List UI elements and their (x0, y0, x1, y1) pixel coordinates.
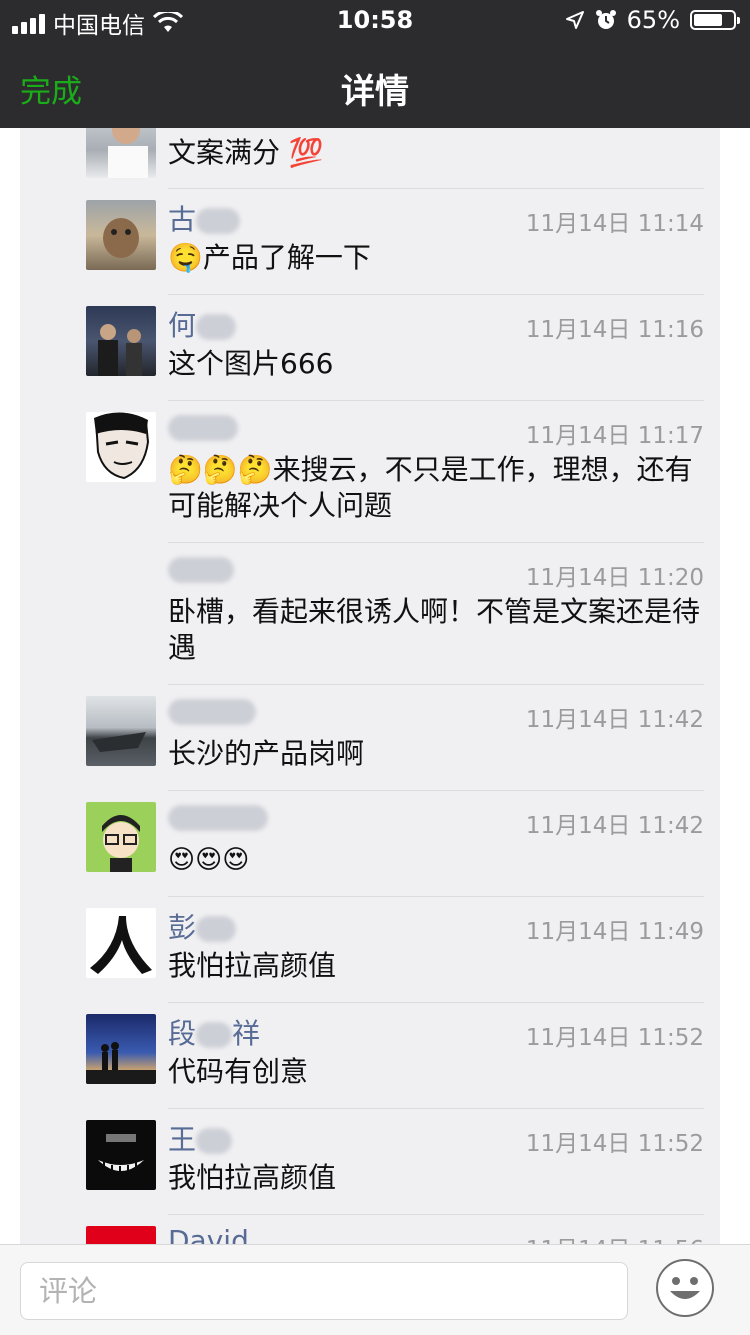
comment-item[interactable]: 11月14日 11:42 😍😍😍 (86, 790, 704, 897)
comment-item[interactable]: 段祥 11月14日 11:52 代码有创意 (86, 1002, 704, 1109)
commenter-name-text: 何 (168, 309, 197, 342)
comment-time: 11月14日 11:52 (525, 1025, 704, 1051)
commenter-name-text: 彭 (168, 911, 197, 944)
blurred-name (196, 208, 241, 234)
page-title: 详情 (341, 72, 409, 112)
battery-icon (690, 10, 740, 30)
blurred-name (196, 314, 237, 340)
comment-text: 😍😍😍 (168, 845, 250, 875)
comment-time: 11月14日 11:14 (525, 211, 704, 237)
status-bar: 中国电信 10:58 65% (0, 0, 750, 42)
comment-input[interactable]: 评论 (20, 1262, 628, 1320)
blurred-name (196, 916, 237, 942)
blurred-name (196, 1128, 233, 1154)
blurred-name (168, 805, 268, 831)
avatar (86, 306, 156, 376)
comment-text: 这个图片666 (168, 347, 334, 380)
commenter-name[interactable]: 王 (168, 1118, 233, 1158)
commenter-name[interactable] (168, 410, 238, 443)
comment-text: 代码有创意 (168, 1055, 309, 1088)
comment-item[interactable]: 11月14日 11:20 卧槽，看起来很诱人啊！不管是文案还是待遇 (86, 542, 704, 685)
comment-bar: 评论 (0, 1244, 750, 1335)
blurred-name (168, 557, 234, 583)
avatar (86, 908, 156, 978)
avatar (86, 200, 156, 270)
comment-time: 11月14日 11:20 (525, 565, 704, 591)
blurred-name (168, 699, 256, 725)
comment-time: 11月14日 11:16 (525, 317, 704, 343)
comment-time: 11月14日 11:52 (525, 1131, 704, 1157)
navigation-bar: 完成 详情 (0, 42, 750, 128)
comment-text: 🤔🤔🤔来搜云，不只是工作，理想，还有可能解决个人问题 (168, 453, 693, 522)
commenter-name[interactable]: 古 (168, 198, 241, 238)
alarm-icon (595, 10, 616, 29)
comment-item[interactable]: 古 11月14日 11:14 🤤产品了解一下 (86, 188, 704, 295)
commenter-name[interactable]: 段祥 (168, 1012, 260, 1052)
blurred-name (196, 1022, 233, 1048)
comment-time: 11月14日 11:17 (525, 423, 704, 449)
comment-item[interactable]: 文案满分 💯 (86, 128, 704, 189)
smiley-face-icon (670, 1277, 700, 1299)
commenter-name-text: 古 (168, 203, 197, 236)
comment-text: 卧槽，看起来很诱人啊！不管是文案还是待遇 (168, 595, 701, 664)
avatar (86, 412, 156, 482)
comment-item[interactable]: 11月14日 11:17 🤔🤔🤔来搜云，不只是工作，理想，还有可能解决个人问题 (86, 400, 704, 543)
comment-time: 11月14日 11:49 (525, 919, 704, 945)
comment-item[interactable]: David 11月14日 11:56 (86, 1214, 704, 1244)
commenter-name-text: 段 (168, 1017, 197, 1050)
avatar (86, 1120, 156, 1190)
commenter-name[interactable] (168, 552, 234, 585)
commenter-name-text: 王 (168, 1123, 197, 1156)
done-button[interactable]: 完成 (20, 66, 82, 111)
avatar (86, 1014, 156, 1084)
comment-item[interactable]: 11月14日 11:42 长沙的产品岗啊 (86, 684, 704, 791)
comment-time: 11月14日 11:42 (525, 813, 704, 839)
location-arrow-icon (565, 11, 584, 29)
avatar (86, 802, 156, 872)
avatar (86, 1226, 156, 1244)
emoji-button[interactable] (656, 1259, 714, 1317)
comment-text: 🤤产品了解一下 (168, 241, 371, 274)
commenter-name[interactable] (168, 800, 268, 833)
comment-list-panel: 文案满分 💯 古 11月14日 11:14 🤤产品了解一下 何 11月14日 1… (20, 128, 720, 1244)
commenter-name-suffix: 祥 (232, 1017, 261, 1050)
comment-text: 我怕拉高颜值 (168, 1161, 337, 1194)
comment-text: 长沙的产品岗啊 (168, 737, 365, 770)
commenter-name[interactable] (168, 694, 256, 727)
comment-item[interactable]: 彭 11月14日 11:49 我怕拉高颜值 (86, 896, 704, 1003)
avatar (86, 696, 156, 766)
battery-percent: 65% (626, 6, 680, 34)
commenter-name[interactable]: 彭 (168, 906, 237, 946)
blurred-name (168, 415, 238, 441)
top-bar: 中国电信 10:58 65% 完成 详情 (0, 0, 750, 128)
comment-time: 11月14日 11:56 (526, 1230, 704, 1244)
commenter-name[interactable]: 何 (168, 304, 237, 344)
commenter-name[interactable]: David (168, 1224, 249, 1244)
comment-item[interactable]: 王 11月14日 11:52 我怕拉高颜值 (86, 1108, 704, 1215)
comment-text: 文案满分 💯 (168, 136, 324, 169)
comment-item[interactable]: 何 11月14日 11:16 这个图片666 (86, 294, 704, 401)
comment-time: 11月14日 11:42 (525, 707, 704, 733)
avatar (86, 128, 156, 178)
comment-text: 我怕拉高颜值 (168, 949, 337, 982)
